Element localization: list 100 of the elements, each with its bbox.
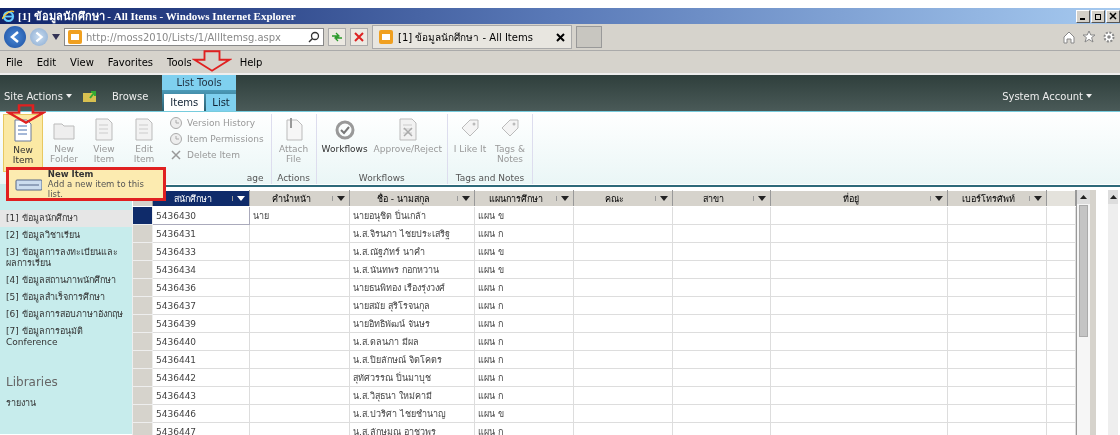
search-icon[interactable]	[308, 31, 320, 43]
home-icon[interactable]	[1062, 30, 1076, 44]
table-cell[interactable]: น.ส.ดลนภา มีผล	[349, 332, 475, 351]
arrow-annotation	[192, 50, 232, 72]
browser-tab[interactable]: [1] ข้อมูลนักศึกษา - All Items	[372, 25, 572, 49]
table-cell[interactable]: 5436443	[152, 386, 250, 405]
sidebar-link[interactable]: [3] ข้อมูลการลงทะเบียนและผลการเรียน	[0, 244, 132, 272]
table-cell[interactable]: น.ส.วิสุธนา ใหม่คามี	[349, 386, 475, 405]
ribbon-button[interactable]: Workflows	[319, 114, 370, 172]
table-cell[interactable]: แผน ก	[474, 386, 574, 405]
table-cell[interactable]: แผน ก	[474, 224, 574, 243]
column-header[interactable]: ชื่อ - นามสกุล	[349, 190, 475, 207]
table-cell[interactable]: 5436436	[152, 278, 250, 297]
table-cell[interactable]: นายธนพิทอง เรืองรุ่งวงศ์	[349, 278, 475, 297]
column-header[interactable]: คณะ	[573, 190, 673, 207]
table-cell[interactable]: แผน ก	[474, 332, 574, 351]
table-cell[interactable]: 5436434	[152, 260, 250, 279]
table-cell[interactable]: 5436437	[152, 296, 250, 315]
ribbon-tab[interactable]: List	[206, 94, 236, 111]
sidebar-link[interactable]: [6] ข้อมูลการสอบภาษาอังกฤษ	[0, 306, 132, 323]
sidebar-link[interactable]: [7] ข้อมูลการอนุมัติ Conference	[0, 323, 132, 351]
arrow-annotation	[6, 104, 46, 124]
ribbon-button[interactable]: New Item	[3, 114, 43, 172]
ribbon-group-label: age	[246, 172, 265, 184]
ribbon-group-label: Actions	[276, 172, 312, 184]
column-header[interactable]: เบอร์โทรศัพท์	[947, 190, 1047, 207]
dropdown-icon	[660, 196, 668, 201]
site-actions-menu[interactable]: Site Actions	[4, 91, 63, 102]
stop-button[interactable]	[350, 28, 368, 46]
account-menu[interactable]: System Account	[1002, 91, 1083, 102]
table-cell[interactable]: แผน ก	[474, 314, 574, 333]
refresh-button[interactable]	[328, 28, 346, 46]
dropdown-icon[interactable]	[52, 34, 60, 40]
table-cell[interactable]: 5436441	[152, 350, 250, 369]
scrollbar[interactable]	[1108, 190, 1118, 435]
site-icon	[379, 30, 393, 44]
sidebar-link[interactable]: [4] ข้อมูลสถานภาพนักศึกษา	[0, 272, 132, 289]
restore-icon	[1094, 12, 1102, 20]
column-header[interactable]: สาขา	[672, 190, 771, 207]
menu-item[interactable]: Help	[239, 56, 263, 68]
table-cell[interactable]: 5436431	[152, 224, 250, 243]
star-icon[interactable]	[1082, 30, 1096, 44]
table-cell[interactable]: แผน ข	[474, 242, 574, 261]
folder-arrow-icon[interactable]	[81, 89, 98, 103]
close-button[interactable]	[1106, 9, 1120, 23]
back-button[interactable]	[4, 26, 26, 48]
new-tab-button[interactable]	[575, 26, 602, 48]
table-cell[interactable]: 5436439	[152, 314, 250, 333]
address-field[interactable]: http://moss2010/Lists/1/AllItemsg.aspx	[64, 28, 324, 46]
table-cell[interactable]: น.ส.จิรนภา ไชยประเสริฐ	[349, 224, 475, 243]
table-cell[interactable]: แผน ก	[474, 296, 574, 315]
table-cell[interactable]: น.ส.ปวริศา ไชยชำนาญ	[349, 404, 475, 423]
sidebar-link[interactable]: [2] ข้อมูลวิชาเรียน	[0, 227, 132, 244]
table-cell[interactable]: 5436433	[152, 242, 250, 261]
menu-item-popup[interactable]: New Item Add a new item to this list.	[6, 167, 166, 201]
sidebar-link[interactable]: [1] ข้อมูลนักศึกษา	[0, 210, 132, 227]
table-cell[interactable]: นายสมัย สุริโรจนกุล	[349, 296, 475, 315]
scrollbar[interactable]	[1076, 190, 1090, 435]
sidebar-link[interactable]: [5] ข้อมูลสำเร็จการศึกษา	[0, 289, 132, 306]
table-cell[interactable]: 5436442	[152, 368, 250, 387]
table-cell[interactable]: น.ส.ปิยลักษณ์ จิตโคตร	[349, 350, 475, 369]
menu-item[interactable]: File	[6, 56, 23, 68]
table-cell[interactable]: แผน ข	[474, 404, 574, 423]
settings-icon[interactable]	[1102, 30, 1116, 44]
table-cell[interactable]: 5436440	[152, 332, 250, 351]
menu-item[interactable]: Edit	[36, 56, 57, 68]
table-cell[interactable]: นายอิทธิพัฒน์ จันษร	[349, 314, 475, 333]
menu-item[interactable]: View	[70, 56, 94, 68]
table-cell[interactable]: 5436446	[152, 404, 250, 423]
table-cell[interactable]: น.ส.ณัฐภัทร์ นาคำ	[349, 242, 475, 261]
minimize-button[interactable]	[1076, 9, 1090, 23]
browse-tab[interactable]: Browse	[111, 91, 149, 102]
caret-icon	[1086, 94, 1092, 98]
table-cell[interactable]: 5436430	[152, 206, 250, 225]
splitter-handle[interactable]	[1090, 190, 1096, 435]
menu-item[interactable]: Favorites	[107, 56, 153, 68]
column-header[interactable]: ที่อยู่	[770, 190, 948, 207]
close-icon[interactable]	[555, 32, 565, 42]
table-cell[interactable]: นาย	[253, 210, 269, 221]
table-cell[interactable]: แผน ก	[474, 350, 574, 369]
dropdown-icon	[935, 196, 943, 201]
scroll-up-icon	[1080, 195, 1087, 199]
table-cell[interactable]: แผน ก	[474, 368, 574, 387]
clock-icon	[169, 116, 183, 130]
sidebar-link[interactable]: รายงาน	[0, 395, 132, 412]
column-header[interactable]: คำนำหน้า	[249, 190, 350, 207]
dropdown-icon	[561, 196, 569, 201]
dropdown-icon	[337, 196, 345, 201]
table-cell[interactable]: นายอนุชิต ปิ่นเกล้า	[349, 206, 475, 225]
table-cell[interactable]: สุทัศวรรณ ปิ่นมาบุช	[349, 368, 475, 387]
table-cell[interactable]: น.ส.นันทพร กอกหวาน	[349, 260, 475, 279]
table-cell[interactable]: แผน ก	[474, 278, 574, 297]
restore-button[interactable]	[1091, 9, 1105, 23]
popup-title: New Item	[47, 169, 95, 179]
dropdown-icon	[462, 196, 470, 201]
column-header[interactable]: แผนการศึกษา	[474, 190, 574, 207]
ribbon-tab[interactable]: Items	[164, 94, 205, 111]
menu-item[interactable]: Tools	[167, 56, 192, 68]
table-cell[interactable]: แผน ข	[474, 260, 574, 279]
table-cell[interactable]: แผน ข	[474, 206, 574, 225]
